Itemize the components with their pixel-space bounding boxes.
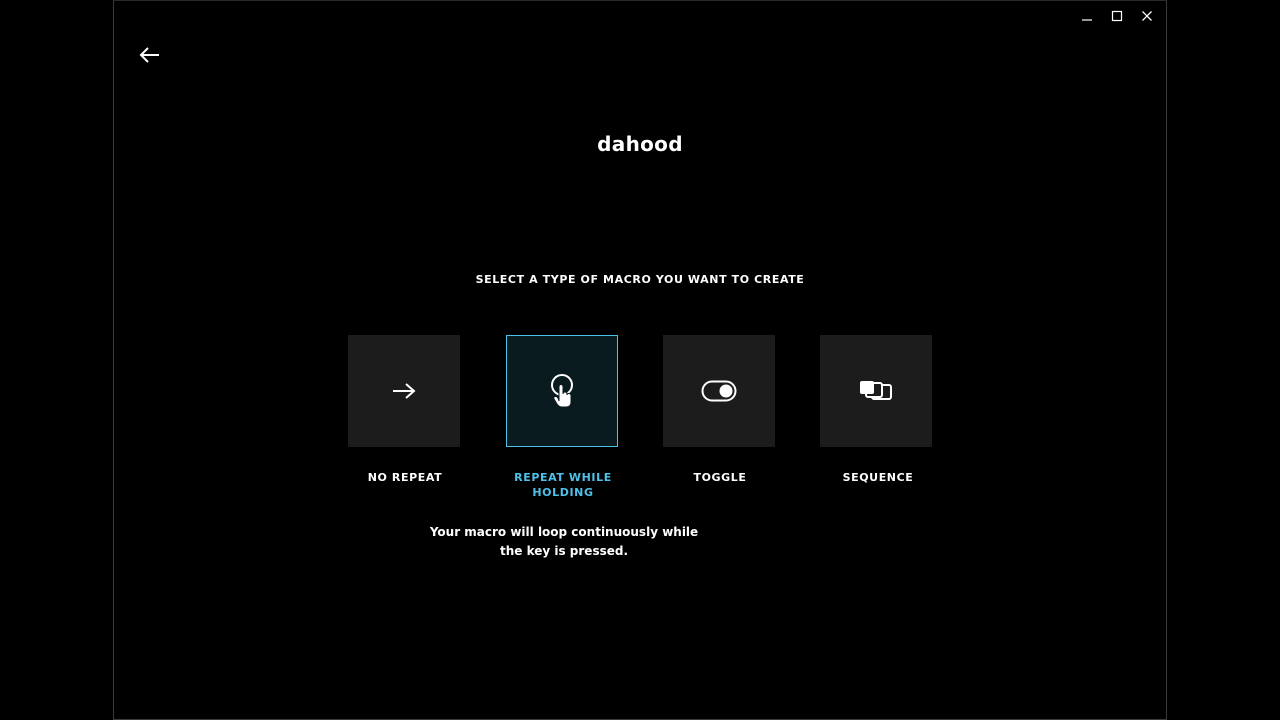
app-window: dahood SELECT A TYPE OF MACRO YOU WANT T…	[113, 0, 1167, 720]
macro-type-prompt: SELECT A TYPE OF MACRO YOU WANT TO CREAT…	[475, 273, 805, 286]
window-controls	[1072, 5, 1162, 27]
macro-type-sequence[interactable]	[820, 335, 932, 447]
minimize-button[interactable]	[1072, 5, 1102, 27]
macro-type-label-toggle[interactable]: TOGGLE	[645, 470, 795, 485]
maximize-icon	[1111, 10, 1123, 22]
macro-type-label-sequence[interactable]: SEQUENCE	[803, 470, 953, 485]
hold-press-icon	[551, 374, 573, 408]
macro-type-label-no-repeat[interactable]: NO REPEAT	[330, 470, 480, 485]
macro-type-description: Your macro will loop continuously while …	[429, 525, 699, 558]
macro-type-no-repeat[interactable]	[348, 335, 460, 447]
minimize-icon	[1082, 19, 1092, 21]
macro-type-repeat-while-holding[interactable]	[506, 335, 618, 447]
back-button[interactable]	[136, 41, 164, 69]
page-title: dahood	[597, 132, 683, 156]
close-icon	[1142, 11, 1152, 21]
sequence-icon	[860, 381, 892, 400]
maximize-button[interactable]	[1102, 5, 1132, 27]
macro-type-toggle[interactable]	[663, 335, 775, 447]
arrow-left-icon	[139, 47, 159, 63]
close-button[interactable]	[1132, 5, 1162, 27]
macro-type-label-repeat-while-holding[interactable]: REPEAT WHILE HOLDING	[488, 470, 638, 500]
toggle-switch-icon	[701, 380, 737, 402]
arrow-right-icon	[393, 383, 416, 399]
